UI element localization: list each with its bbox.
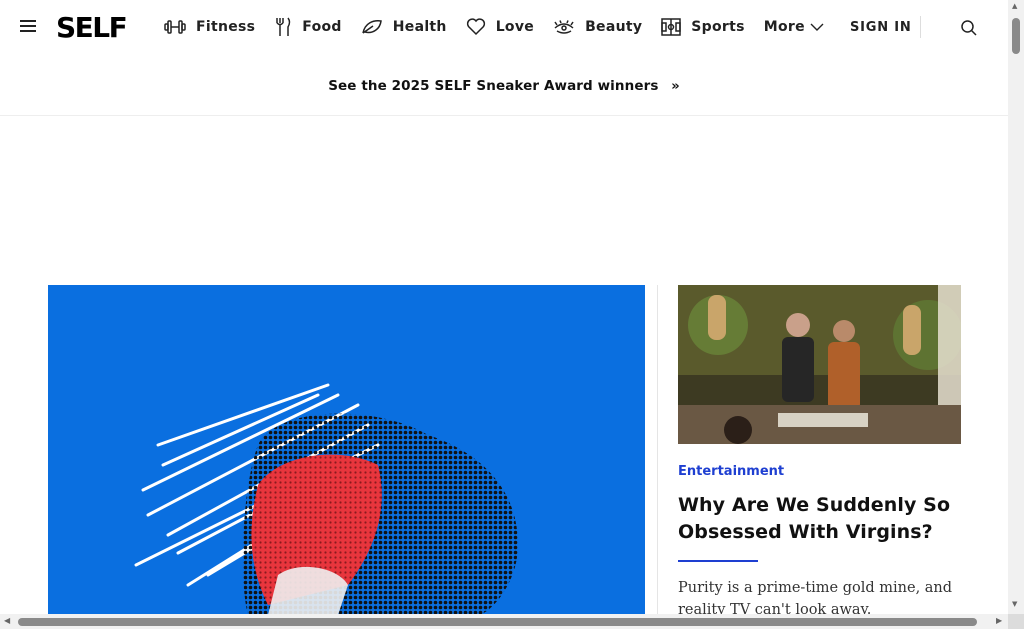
nav-label: Fitness	[196, 19, 256, 35]
scroll-left-icon[interactable]: ◀	[4, 616, 10, 625]
site-logo[interactable]: SELF	[56, 12, 128, 44]
hero-image[interactable]	[48, 285, 645, 615]
headline-rule	[678, 560, 758, 562]
dumbbell-icon	[164, 20, 186, 34]
scroll-down-icon[interactable]: ▼	[1012, 600, 1017, 608]
scroll-up-icon[interactable]: ▲	[1012, 2, 1017, 10]
nav-item-food[interactable]: Food	[274, 17, 341, 37]
menu-icon[interactable]	[20, 20, 36, 36]
scroll-right-icon[interactable]: ▶	[996, 616, 1002, 625]
horizontal-scrollbar[interactable]: ◀ ▶	[0, 614, 1008, 629]
nav-item-beauty[interactable]: Beauty	[553, 19, 642, 35]
promo-link[interactable]: See the 2025 SELF Sneaker Award winners …	[328, 78, 680, 94]
heart-icon	[466, 18, 485, 36]
vertical-scroll-thumb[interactable]	[1012, 18, 1020, 54]
article-headline[interactable]: Why Are We Suddenly So Obsessed With Vir…	[678, 492, 961, 546]
nav-item-love[interactable]: Love	[466, 18, 534, 36]
header-divider	[920, 16, 921, 38]
chevron-down-icon	[810, 23, 824, 31]
promo-banner: See the 2025 SELF Sneaker Award winners …	[0, 56, 1008, 116]
nav-label: More	[763, 19, 805, 35]
sign-in-link[interactable]: SIGN IN	[850, 20, 912, 35]
promo-arrow: »	[671, 78, 680, 94]
scrollbar-corner	[1008, 614, 1024, 629]
site-header: SELF Fitness Food Health Love Beauty Spo…	[0, 0, 1008, 56]
main-nav: Fitness Food Health Love Beauty Sports M…	[164, 17, 843, 37]
leaf-icon	[362, 20, 382, 34]
article-category[interactable]: Entertainment	[678, 464, 784, 479]
nav-item-sports[interactable]: Sports	[661, 18, 744, 36]
nav-label: Sports	[691, 19, 745, 35]
nav-label: Food	[302, 19, 342, 35]
horizontal-scroll-thumb[interactable]	[18, 618, 977, 626]
promo-text: See the 2025 SELF Sneaker Award winners	[328, 77, 659, 94]
article-thumbnail[interactable]	[678, 285, 961, 444]
nav-label: Beauty	[585, 19, 643, 35]
nav-item-fitness[interactable]: Fitness	[164, 19, 255, 35]
eye-lashes-icon	[554, 20, 574, 34]
vertical-scrollbar[interactable]: ▲ ▼	[1008, 0, 1024, 614]
field-icon	[661, 18, 682, 36]
nav-item-more[interactable]: More	[764, 19, 824, 35]
nav-label: Health	[392, 19, 447, 35]
nav-item-health[interactable]: Health	[361, 19, 447, 35]
search-icon[interactable]	[960, 19, 978, 41]
column-divider	[657, 285, 658, 615]
fork-knife-icon	[276, 17, 291, 36]
nav-label: Love	[495, 19, 535, 35]
